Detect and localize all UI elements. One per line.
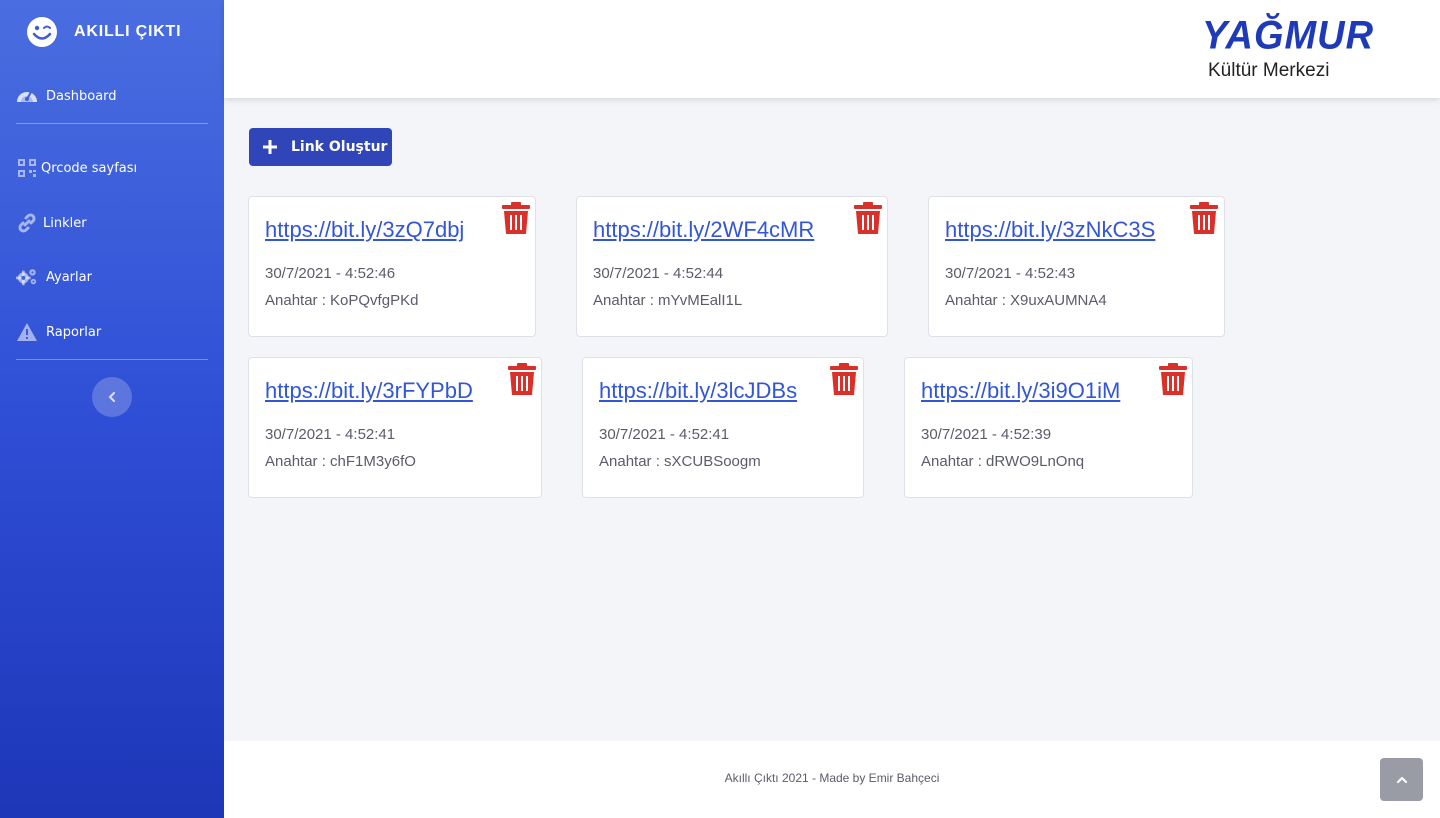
short-link[interactable]: https://bit.ly/3lcJDBs bbox=[599, 378, 797, 404]
link-key: Anahtar : mYvMEalI1L bbox=[593, 292, 743, 309]
link-card: https://bit.ly/3rFYPbD 30/7/2021 - 4:52:… bbox=[248, 357, 542, 498]
link-date: 30/7/2021 - 4:52:43 bbox=[945, 265, 1076, 282]
create-link-label: Link Oluştur bbox=[291, 139, 388, 155]
trash-icon[interactable] bbox=[508, 363, 536, 395]
chevron-left-icon bbox=[108, 391, 116, 403]
link-date: 30/7/2021 - 4:52:39 bbox=[921, 426, 1052, 443]
link-date: 30/7/2021 - 4:52:41 bbox=[599, 426, 730, 443]
link-key: Anahtar : KoPQvfgPKd bbox=[265, 292, 419, 309]
sidebar: AKILLI ÇIKTI Dashboard Qrcode sayfası Li… bbox=[0, 0, 224, 818]
link-card: https://bit.ly/3zQ7dbj 30/7/2021 - 4:52:… bbox=[248, 196, 536, 337]
sidebar-item-raporlar[interactable]: Raporlar bbox=[16, 321, 101, 343]
link-card: https://bit.ly/2WF4cMR 30/7/2021 - 4:52:… bbox=[576, 196, 888, 337]
short-link[interactable]: https://bit.ly/3zQ7dbj bbox=[265, 217, 464, 243]
trash-icon[interactable] bbox=[1190, 202, 1218, 234]
logo-title: YAĞMUR bbox=[1202, 13, 1375, 59]
qrcode-icon bbox=[16, 157, 38, 179]
short-link[interactable]: https://bit.ly/3rFYPbD bbox=[265, 378, 473, 404]
link-icon bbox=[16, 212, 38, 234]
sidebar-item-label: Ayarlar bbox=[46, 269, 92, 285]
link-key: Anahtar : X9uxAUMNA4 bbox=[945, 292, 1107, 309]
sidebar-item-label: Qrcode sayfası bbox=[41, 160, 138, 176]
link-key: Anahtar : sXCUBSoogm bbox=[599, 453, 761, 470]
sidebar-divider bbox=[16, 123, 208, 124]
warning-icon bbox=[16, 321, 38, 343]
link-card: https://bit.ly/3lcJDBs 30/7/2021 - 4:52:… bbox=[582, 357, 864, 498]
trash-icon[interactable] bbox=[1159, 363, 1187, 395]
link-date: 30/7/2021 - 4:52:46 bbox=[265, 265, 396, 282]
smile-wink-icon bbox=[27, 17, 57, 47]
sidebar-item-linkler[interactable]: Linkler bbox=[16, 212, 87, 234]
link-key: Anahtar : chF1M3y6fO bbox=[265, 453, 416, 470]
short-link[interactable]: https://bit.ly/3zNkC3S bbox=[945, 217, 1155, 243]
footer-text: Akıllı Çıktı 2021 - Made by Emir Bahçeci bbox=[724, 771, 940, 785]
logo-subtitle: Kültür Merkezi bbox=[1208, 60, 1330, 81]
scroll-to-top-button[interactable] bbox=[1380, 758, 1423, 801]
topbar: YAĞMUR Kültür Merkezi bbox=[224, 0, 1440, 98]
trash-icon[interactable] bbox=[830, 363, 858, 395]
trash-icon[interactable] bbox=[502, 202, 530, 234]
link-card: https://bit.ly/3zNkC3S 30/7/2021 - 4:52:… bbox=[928, 196, 1225, 337]
sidebar-item-label: Dashboard bbox=[46, 88, 117, 104]
chevron-up-icon bbox=[1396, 776, 1407, 783]
link-date: 30/7/2021 - 4:52:44 bbox=[593, 265, 724, 282]
sidebar-item-qrcode[interactable]: Qrcode sayfası bbox=[16, 157, 137, 179]
short-link[interactable]: https://bit.ly/3i9O1iM bbox=[921, 378, 1120, 404]
plus-icon bbox=[263, 140, 277, 154]
tachometer-icon bbox=[16, 85, 38, 107]
trash-icon[interactable] bbox=[854, 202, 882, 234]
sidebar-item-label: Linkler bbox=[43, 215, 87, 231]
footer: Akıllı Çıktı 2021 - Made by Emir Bahçeci bbox=[224, 741, 1440, 818]
sidebar-toggle-button[interactable] bbox=[92, 377, 132, 417]
sidebar-item-dashboard[interactable]: Dashboard bbox=[16, 85, 117, 107]
cogs-icon bbox=[16, 266, 38, 288]
brand[interactable]: AKILLI ÇIKTI bbox=[26, 16, 181, 48]
create-link-button[interactable]: Link Oluştur bbox=[249, 128, 392, 166]
sidebar-item-ayarlar[interactable]: Ayarlar bbox=[16, 266, 92, 288]
link-date: 30/7/2021 - 4:52:41 bbox=[265, 426, 396, 443]
logo: YAĞMUR Kültür Merkezi bbox=[1202, 14, 1392, 84]
brand-name: AKILLI ÇIKTI bbox=[74, 23, 182, 40]
short-link[interactable]: https://bit.ly/2WF4cMR bbox=[593, 217, 814, 243]
link-key: Anahtar : dRWO9LnOnq bbox=[921, 453, 1085, 470]
link-card: https://bit.ly/3i9O1iM 30/7/2021 - 4:52:… bbox=[904, 357, 1193, 498]
sidebar-divider bbox=[16, 359, 208, 360]
sidebar-item-label: Raporlar bbox=[46, 324, 102, 340]
